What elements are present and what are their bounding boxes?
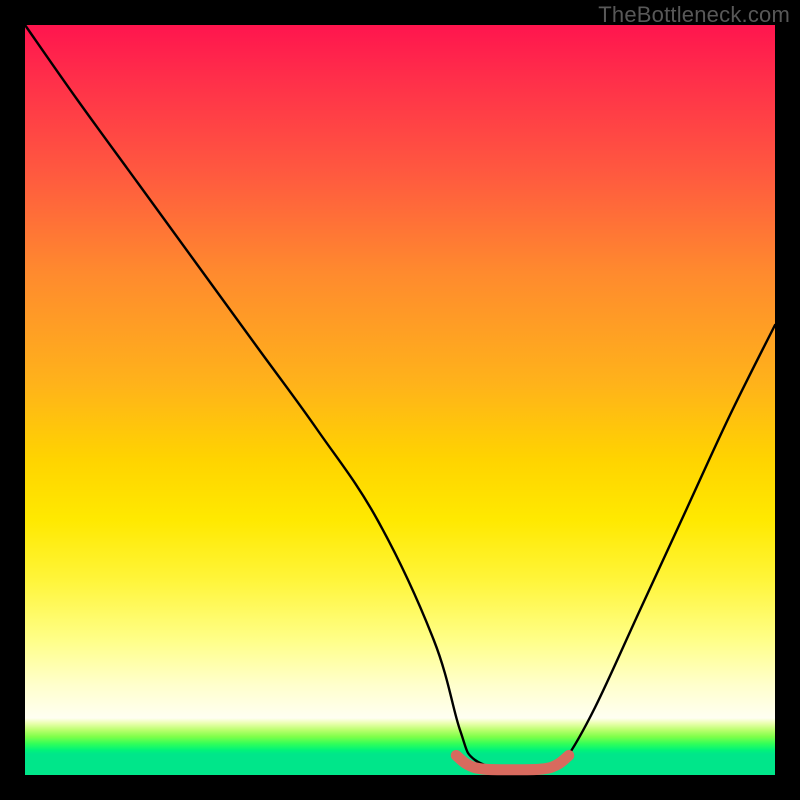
watermark-text: TheBottleneck.com [598,2,790,28]
chart-svg [25,25,775,775]
chart-plot-area [25,25,775,775]
bottleneck-curve [25,25,775,771]
chart-frame: TheBottleneck.com [0,0,800,800]
